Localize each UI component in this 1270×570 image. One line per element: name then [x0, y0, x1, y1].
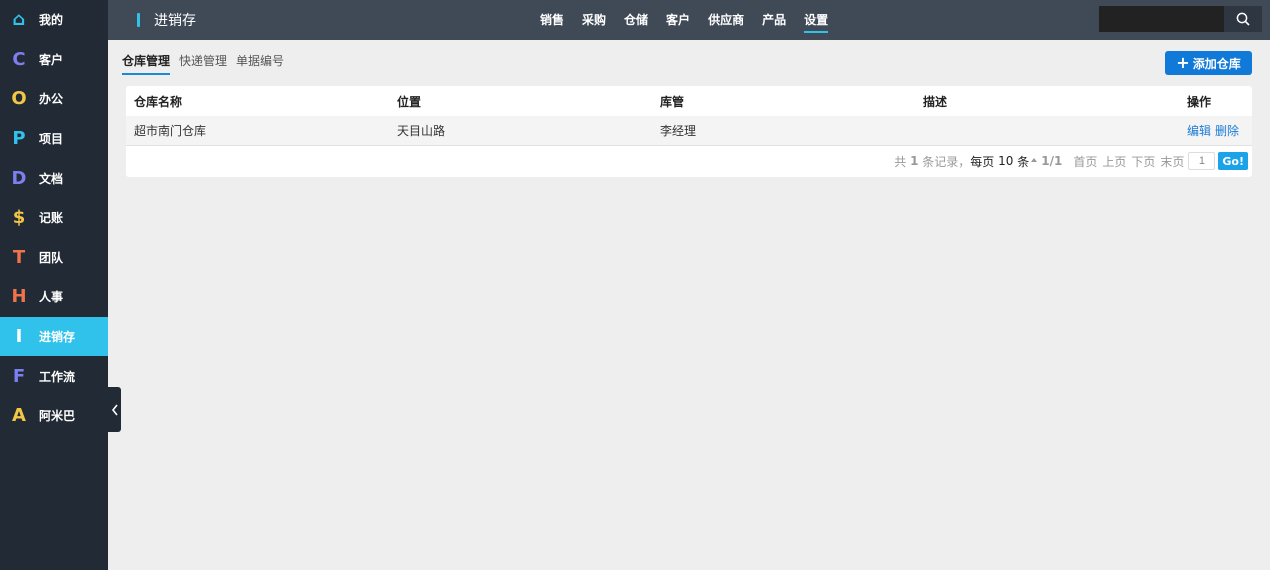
nav-sales[interactable]: 销售 [540, 0, 564, 40]
letter-f-icon: F [12, 365, 26, 387]
nav-product[interactable]: 产品 [762, 0, 786, 40]
edit-link[interactable]: 编辑 [1187, 124, 1211, 138]
cell-warehouse-name: 超市南门仓库 [134, 124, 207, 138]
sidebar-item-3[interactable]: P 项目 [0, 119, 108, 159]
sidebar-item-label: 我的 [39, 13, 64, 28]
header-description: 描述 [923, 94, 948, 109]
search-box [1099, 6, 1262, 32]
cell-location: 天目山路 [397, 124, 446, 138]
pager-per-page-prefix: 每页 [970, 154, 995, 169]
sidebar-item-9[interactable]: F 工作流 [0, 356, 108, 396]
nav-settings[interactable]: 设置 [804, 0, 829, 40]
pager-per-page-select[interactable]: 10 [998, 154, 1013, 168]
cell-actions: 编辑 删除 [1187, 122, 1243, 139]
pager-total-prefix: 共 [894, 154, 907, 169]
table-row: 超市南门仓库 天目山路 李经理 编辑 删除 [126, 116, 1252, 146]
sidebar-collapse-toggle[interactable] [108, 387, 121, 432]
sidebar-item-10[interactable]: A 阿米巴 [0, 396, 108, 436]
search-button[interactable] [1224, 6, 1262, 32]
header-location: 位置 [397, 94, 422, 109]
plus-icon: + [1176, 53, 1190, 72]
home-icon: ⌂ [12, 9, 26, 31]
pager-next[interactable]: 下页 [1131, 153, 1155, 170]
sub-tabs: 仓库管理 快递管理 单据编号 [122, 52, 293, 75]
sidebar: ⌂ 我的 C 客户 O 办公 P 项目 D 文档 $ 记账 T 团队 H 人事 I 进销存 F 工作流 A 阿米巴 [0, 0, 108, 570]
letter-t-icon: T [12, 246, 26, 268]
pager-page-info: 1/1 [1041, 154, 1063, 168]
add-warehouse-button[interactable]: + 添加仓库 [1165, 51, 1252, 75]
pager-prev[interactable]: 上页 [1102, 153, 1126, 170]
tab-document-numbering[interactable]: 单据编号 [236, 52, 284, 75]
letter-i-icon: I [15, 326, 23, 348]
nav-purchase[interactable]: 采购 [582, 0, 606, 40]
letter-h-icon: H [11, 286, 27, 308]
nav-storage[interactable]: 仓储 [624, 0, 648, 40]
page-number-input[interactable] [1188, 152, 1216, 170]
caret-up-icon[interactable] [1031, 158, 1038, 162]
delete-link[interactable]: 删除 [1215, 124, 1239, 138]
sidebar-item-label: 办公 [39, 92, 64, 107]
nav-supplier[interactable]: 供应商 [708, 0, 744, 40]
sidebar-item-2[interactable]: O 办公 [0, 79, 108, 119]
pager-total: 1 [910, 154, 919, 168]
pager-last[interactable]: 末页 [1160, 153, 1184, 170]
sidebar-item-8[interactable]: I 进销存 [0, 316, 108, 357]
go-button[interactable]: Go! [1218, 152, 1248, 170]
pager-per-page-suffix: 条 [1017, 154, 1030, 169]
header-actions: 操作 [1187, 94, 1212, 109]
app-title-text: 进销存 [154, 13, 196, 29]
sidebar-item-6[interactable]: T 团队 [0, 238, 108, 278]
letter-a-icon: A [12, 405, 26, 427]
header-warehouse-name: 仓库名称 [134, 94, 183, 109]
table-header-row: 仓库名称 位置 库管 描述 操作 [126, 86, 1252, 116]
tab-warehouse-management[interactable]: 仓库管理 [122, 52, 171, 75]
search-input[interactable] [1099, 6, 1224, 32]
letter-d-icon: D [11, 167, 27, 189]
top-nav: 销售 采购 仓储 客户 供应商 产品 设置 [540, 0, 846, 40]
pager-first[interactable]: 首页 [1073, 153, 1097, 170]
sidebar-item-label: 团队 [39, 250, 64, 265]
sidebar-item-label: 进销存 [39, 330, 76, 345]
letter-p-icon: P [12, 128, 26, 150]
cell-manager: 李经理 [660, 124, 697, 138]
sidebar-item-5[interactable]: $ 记账 [0, 198, 108, 238]
letter-c-icon: C [12, 48, 26, 70]
warehouse-table: 仓库名称 位置 库管 描述 操作 超市南门仓库 天目山路 李经理 编辑 删除 共 … [126, 86, 1252, 177]
search-icon [1236, 12, 1250, 26]
nav-customer[interactable]: 客户 [666, 0, 690, 40]
dollar-icon: $ [12, 207, 26, 229]
sidebar-item-1[interactable]: C 客户 [0, 40, 108, 80]
pagination: 共 1 条记录， 每页 10 条 1/1 首页 上页 下页 末页 Go! [894, 152, 1248, 170]
tab-express-management[interactable]: 快递管理 [179, 52, 227, 75]
sidebar-item-label: 项目 [39, 132, 64, 147]
sidebar-item-label: 文档 [39, 171, 64, 186]
sidebar-item-label: 人事 [39, 290, 64, 305]
title-accent-bar [137, 13, 140, 27]
letter-o-icon: O [11, 88, 27, 110]
sidebar-item-label: 阿米巴 [39, 409, 76, 424]
sidebar-item-7[interactable]: H 人事 [0, 277, 108, 317]
header-manager: 库管 [660, 94, 685, 109]
sidebar-item-label: 客户 [39, 52, 64, 67]
sidebar-item-label: 工作流 [39, 369, 76, 384]
sidebar-item-4[interactable]: D 文档 [0, 158, 108, 198]
app-title: 进销存 [137, 0, 196, 40]
pager-total-suffix: 条记录， [922, 154, 971, 169]
sidebar-item-label: 记账 [39, 211, 64, 226]
sidebar-item-0[interactable]: ⌂ 我的 [0, 0, 108, 40]
add-warehouse-label: 添加仓库 [1192, 56, 1241, 71]
chevron-left-icon [111, 404, 118, 415]
top-bar: 进销存 销售 采购 仓储 客户 供应商 产品 设置 [108, 0, 1270, 40]
